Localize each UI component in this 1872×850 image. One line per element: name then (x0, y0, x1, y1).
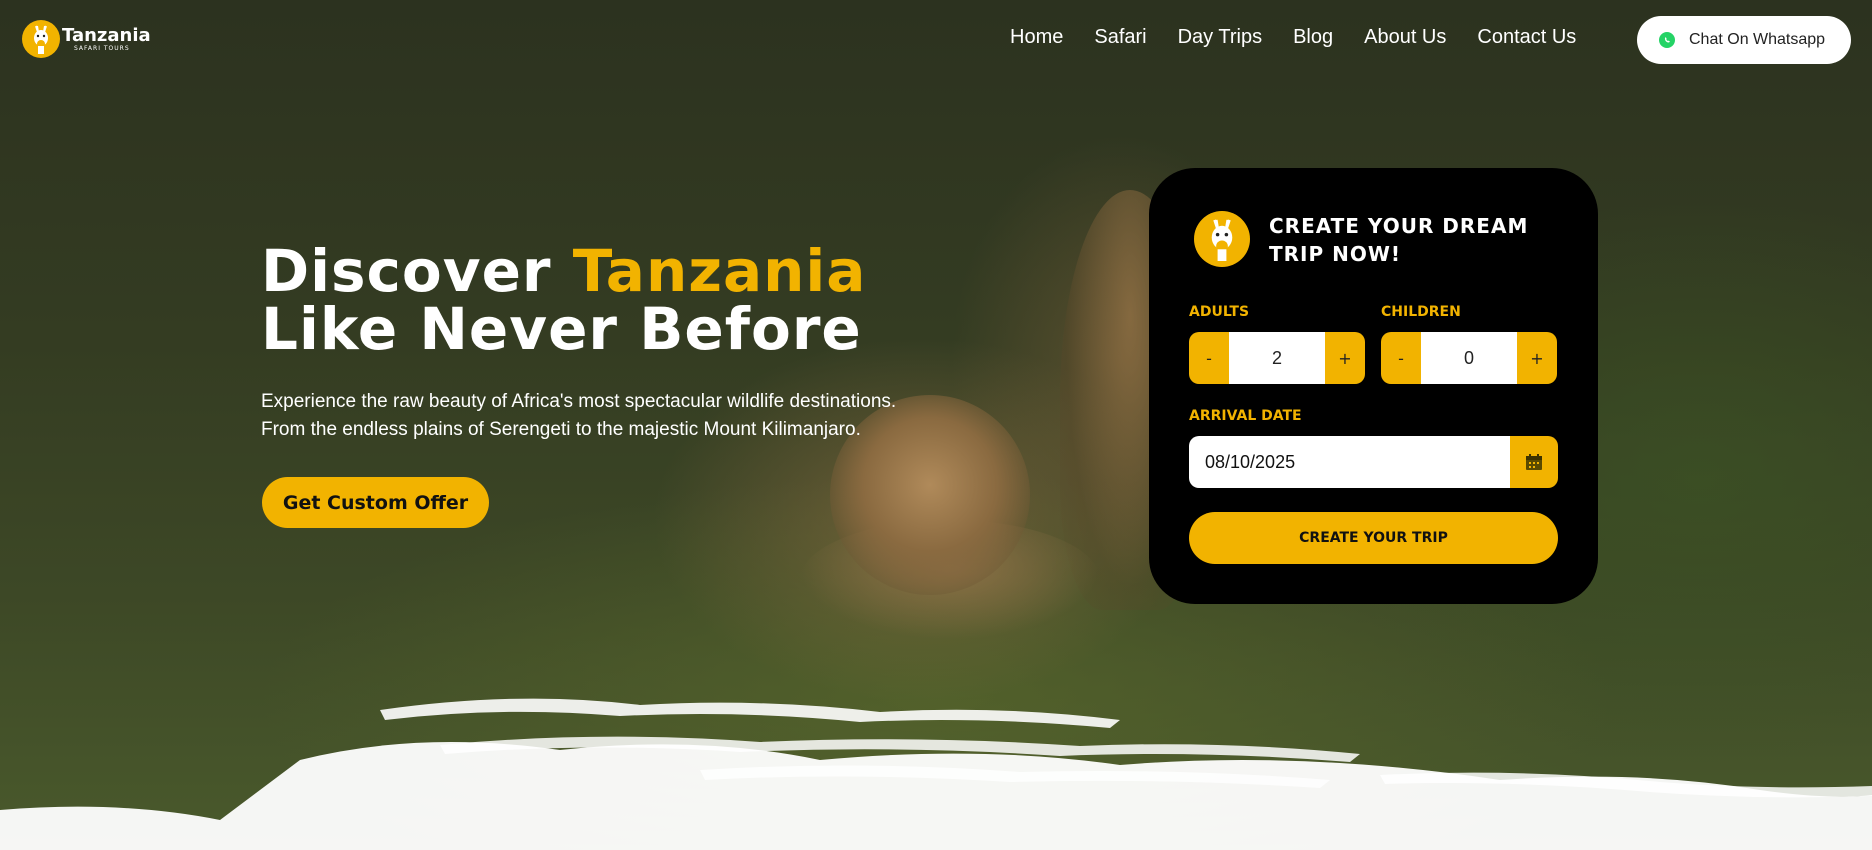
brand-logo[interactable]: Tanzania SAFARI TOURS (22, 20, 151, 58)
trip-builder-card: CREATE YOUR DREAM TRIP NOW! ADULTS - 2 +… (1149, 168, 1598, 604)
brand-tagline: SAFARI TOURS (74, 44, 130, 52)
children-label: CHILDREN (1381, 304, 1461, 320)
hero-headline: Discover Tanzania Like Never Before (261, 242, 866, 358)
hero-subtext: Experience the raw beauty of Africa's mo… (261, 388, 981, 444)
children-increment-button[interactable]: + (1517, 332, 1557, 384)
giraffe-icon (1194, 211, 1250, 267)
headline-line2: Like Never Before (261, 295, 862, 363)
adults-label: ADULTS (1189, 304, 1250, 320)
nav-link-contact-us[interactable]: Contact Us (1477, 26, 1576, 49)
whatsapp-icon (1659, 32, 1675, 48)
children-decrement-button[interactable]: - (1381, 332, 1421, 384)
brush-stroke-decoration (0, 698, 1872, 850)
giraffe-icon (22, 20, 60, 58)
hero-subtext-line2: From the endless plains of Serengeti to … (261, 419, 861, 440)
main-menu: Home Safari Day Trips Blog About Us Cont… (1010, 26, 1576, 49)
trip-form-title: CREATE YOUR DREAM TRIP NOW! (1269, 214, 1529, 266)
hero-subtext-line1: Experience the raw beauty of Africa's mo… (261, 391, 897, 412)
top-navigation: Tanzania SAFARI TOURS Home Safari Day Tr… (0, 0, 1872, 80)
arrival-date-label: ARRIVAL DATE (1189, 408, 1302, 424)
nav-link-home[interactable]: Home (1010, 26, 1063, 49)
whatsapp-chat-button[interactable]: Chat On Whatsapp (1637, 16, 1851, 64)
nav-link-day-trips[interactable]: Day Trips (1178, 26, 1262, 49)
adults-increment-button[interactable]: + (1325, 332, 1365, 384)
brand-name: Tanzania (62, 24, 151, 46)
adults-value-input[interactable]: 2 (1229, 332, 1325, 384)
adults-stepper: - 2 + (1189, 332, 1365, 384)
whatsapp-button-label: Chat On Whatsapp (1689, 31, 1826, 48)
nav-link-about-us[interactable]: About Us (1364, 26, 1446, 49)
arrival-date-input[interactable]: 08/10/2025 (1189, 436, 1510, 488)
nav-link-blog[interactable]: Blog (1293, 26, 1333, 49)
arrival-date-field: 08/10/2025 (1189, 436, 1558, 488)
children-stepper: - 0 + (1381, 332, 1557, 384)
create-trip-button[interactable]: CREATE YOUR TRIP (1189, 512, 1558, 564)
nav-link-safari[interactable]: Safari (1094, 26, 1146, 49)
calendar-icon[interactable] (1510, 436, 1558, 488)
get-custom-offer-button[interactable]: Get Custom Offer (262, 477, 489, 528)
children-value-input[interactable]: 0 (1421, 332, 1517, 384)
adults-decrement-button[interactable]: - (1189, 332, 1229, 384)
